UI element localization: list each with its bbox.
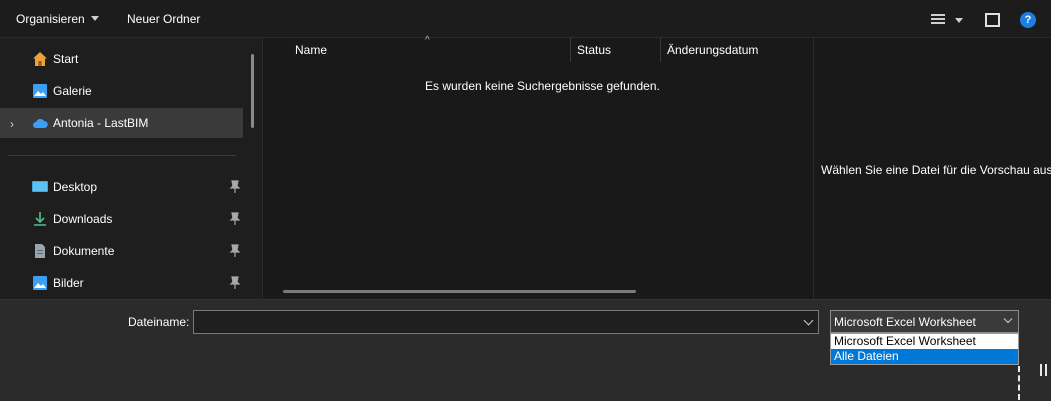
pin-icon[interactable] xyxy=(229,244,241,258)
help-icon[interactable]: ? xyxy=(1020,12,1036,28)
sidebar-item-start[interactable]: Start xyxy=(0,44,243,74)
column-header-status[interactable]: Status xyxy=(577,43,611,57)
document-icon xyxy=(35,244,45,258)
column-header-name[interactable]: Name xyxy=(295,43,327,57)
chevron-right-icon[interactable]: › xyxy=(10,117,14,131)
sidebar-item-label: Dokumente xyxy=(53,244,115,258)
filetype-option-all-files[interactable]: Alle Dateien xyxy=(831,349,1018,364)
pause-icon[interactable] xyxy=(1040,364,1048,376)
toolbar: Organisieren Neuer Ordner ? xyxy=(0,0,1051,38)
navigation-pane: Start Galerie › Antonia - LastBIM Deskto… xyxy=(0,38,262,299)
sort-ascending-icon: ^ xyxy=(425,35,430,46)
sidebar-item-label: Antonia - LastBIM xyxy=(53,116,149,130)
sidebar-item-onedrive[interactable]: › Antonia - LastBIM xyxy=(0,108,243,138)
home-icon xyxy=(33,52,47,66)
gallery-icon xyxy=(33,84,47,98)
pin-icon[interactable] xyxy=(229,212,241,226)
preview-message: Wählen Sie eine Datei für die Vorschau a… xyxy=(821,163,1051,177)
pictures-icon xyxy=(33,276,47,290)
view-options-chevron-icon[interactable] xyxy=(955,18,963,23)
chevron-down-icon[interactable] xyxy=(803,315,814,326)
column-divider[interactable] xyxy=(570,38,571,62)
empty-results-message: Es wurden keine Suchergebnisse gefunden. xyxy=(425,79,660,93)
view-options-icon[interactable] xyxy=(931,14,945,26)
sidebar-scrollbar[interactable] xyxy=(251,54,254,128)
sidebar-item-documents[interactable]: Dokumente xyxy=(0,236,243,266)
column-divider[interactable] xyxy=(660,38,661,62)
save-dialog-footer: Dateiname: Microsoft Excel Worksheet Mic… xyxy=(0,299,1051,401)
preview-pane: Wählen Sie eine Datei für die Vorschau a… xyxy=(814,38,1051,299)
sidebar-item-desktop[interactable]: Desktop xyxy=(0,172,243,202)
new-folder-button[interactable]: Neuer Ordner xyxy=(127,12,200,26)
sidebar-item-pictures[interactable]: Bilder xyxy=(0,268,243,298)
filename-input[interactable] xyxy=(194,311,794,333)
filetype-option-excel[interactable]: Microsoft Excel Worksheet xyxy=(831,334,1018,349)
onedrive-cloud-icon xyxy=(33,118,48,128)
organize-label: Organisieren xyxy=(16,12,85,26)
sidebar-item-label: Downloads xyxy=(53,212,113,226)
sidebar-item-label: Bilder xyxy=(53,276,84,290)
pin-icon[interactable] xyxy=(229,276,241,290)
sidebar-item-downloads[interactable]: Downloads xyxy=(0,204,243,234)
sidebar-item-label: Galerie xyxy=(53,84,92,98)
sidebar-item-gallery[interactable]: Galerie xyxy=(0,76,243,106)
filetype-selected-value: Microsoft Excel Worksheet xyxy=(834,315,976,329)
pin-icon[interactable] xyxy=(229,180,241,194)
organize-menu-button[interactable]: Organisieren xyxy=(16,12,99,26)
sidebar-item-label: Start xyxy=(53,52,79,66)
sidebar-item-label: Desktop xyxy=(53,180,98,194)
filetype-select[interactable]: Microsoft Excel Worksheet xyxy=(830,310,1019,333)
chevron-down-icon xyxy=(90,16,99,21)
sidebar-divider xyxy=(8,155,236,156)
resize-grip[interactable] xyxy=(1018,366,1020,400)
filetype-dropdown-list: Microsoft Excel Worksheet Alle Dateien xyxy=(830,333,1019,365)
column-header-modified[interactable]: Änderungsdatum xyxy=(667,43,758,57)
preview-pane-toggle-icon[interactable] xyxy=(985,13,1000,27)
chevron-down-icon[interactable] xyxy=(1003,314,1013,324)
file-list: ^ Name Status Änderungsdatum Es wurden k… xyxy=(263,35,813,299)
horizontal-scrollbar[interactable] xyxy=(283,290,636,293)
desktop-icon xyxy=(32,181,48,192)
download-icon xyxy=(34,212,46,226)
filename-combobox[interactable] xyxy=(193,310,819,334)
filename-label: Dateiname: xyxy=(128,315,190,329)
